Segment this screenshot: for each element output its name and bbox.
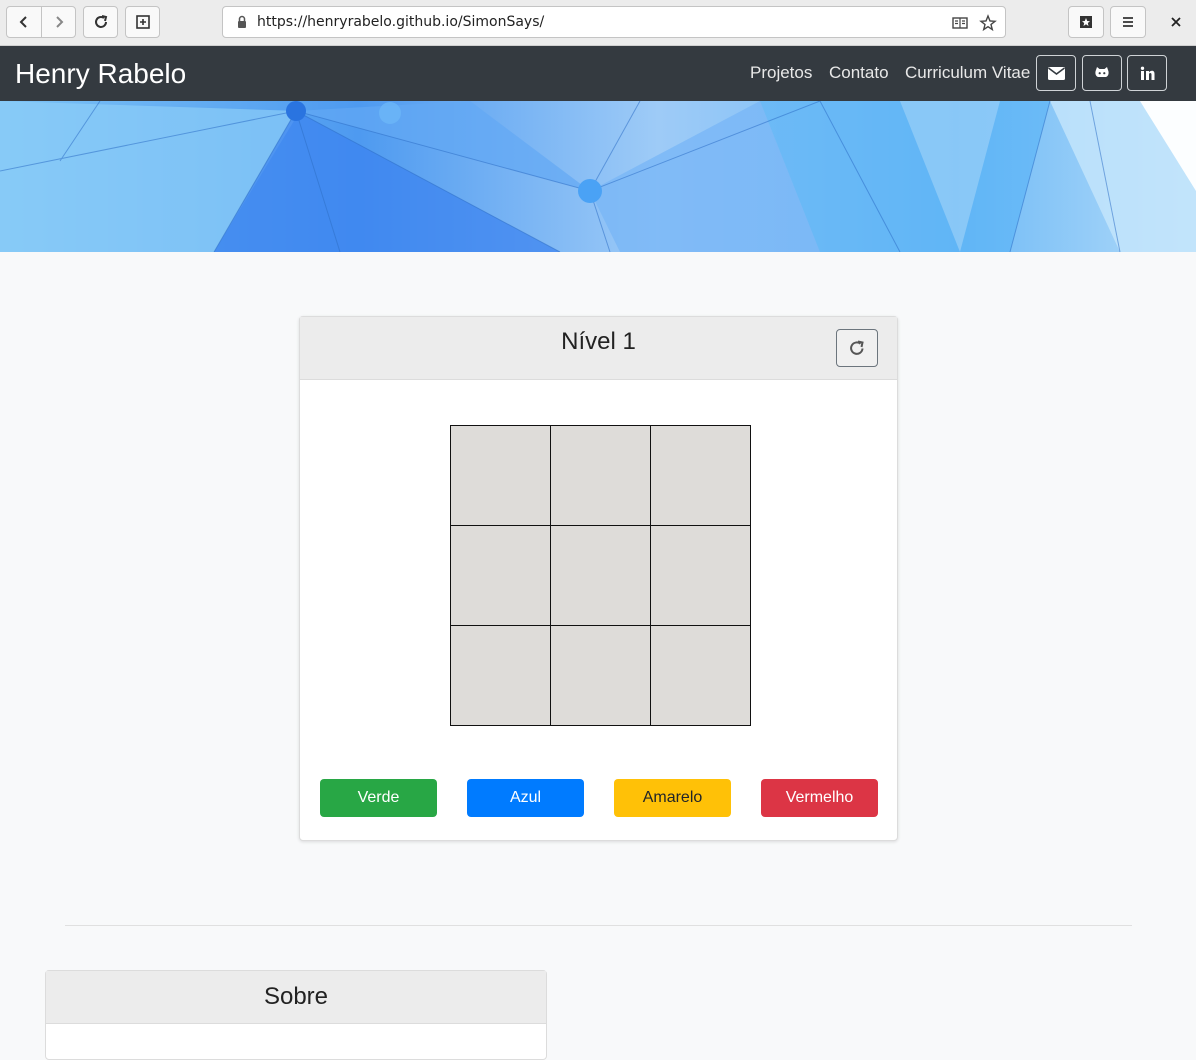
url-bar[interactable]: https://henryrabelo.github.io/SimonSays/ — [222, 6, 1006, 38]
about-card: Sobre — [45, 970, 547, 1060]
header-banner — [0, 101, 1196, 252]
polygon-background-image — [0, 101, 1196, 252]
reset-button[interactable] — [836, 329, 878, 367]
section-divider — [65, 925, 1132, 926]
grid-cell[interactable] — [550, 525, 651, 626]
hamburger-menu-icon — [1123, 17, 1133, 27]
new-tab-button[interactable] — [125, 6, 160, 38]
grid-cell[interactable] — [450, 625, 551, 726]
yellow-button[interactable]: Amarelo — [614, 779, 731, 817]
grid-cell[interactable] — [650, 425, 751, 526]
linkedin-icon — [1140, 66, 1154, 80]
simon-grid — [450, 425, 751, 726]
red-button[interactable]: Vermelho — [761, 779, 878, 817]
github-button[interactable] — [1082, 55, 1122, 91]
about-card-header: Sobre — [46, 971, 546, 1024]
linkedin-button[interactable] — [1127, 55, 1167, 91]
green-button[interactable]: Verde — [320, 779, 437, 817]
new-tab-icon — [135, 15, 150, 29]
reader-mode-icon[interactable] — [951, 14, 969, 32]
forward-button[interactable] — [41, 6, 76, 38]
game-card-header: Nível 1 — [300, 317, 897, 380]
site-navbar: Henry Rabelo Projetos Contato Curriculum… — [0, 46, 1196, 101]
archive-icon — [1080, 16, 1092, 28]
menu-button[interactable] — [1110, 6, 1146, 38]
site-brand[interactable]: Henry Rabelo — [15, 58, 186, 90]
level-title: Nível 1 — [561, 328, 636, 355]
grid-cell[interactable] — [650, 625, 751, 726]
url-text[interactable]: https://henryrabelo.github.io/SimonSays/ — [257, 14, 544, 30]
envelope-icon — [1047, 66, 1065, 80]
close-button[interactable] — [1166, 12, 1186, 32]
about-title: Sobre — [263, 983, 329, 1010]
grid-cell[interactable] — [550, 425, 651, 526]
nav-link-projetos[interactable]: Projetos — [750, 63, 812, 83]
lock-icon — [238, 15, 246, 28]
nav-link-curriculum[interactable]: Curriculum Vitae — [905, 63, 1030, 83]
grid-cell[interactable] — [450, 425, 551, 526]
star-icon[interactable] — [979, 14, 997, 32]
chevron-right-icon — [55, 16, 63, 28]
close-icon — [1171, 17, 1181, 27]
email-button[interactable] — [1036, 55, 1076, 91]
refresh-icon — [850, 340, 864, 355]
reload-icon — [94, 15, 107, 28]
grid-cell[interactable] — [450, 525, 551, 626]
grid-cell[interactable] — [550, 625, 651, 726]
nav-link-contato[interactable]: Contato — [829, 63, 889, 83]
blue-button[interactable]: Azul — [467, 779, 584, 817]
chevron-left-icon — [19, 16, 27, 28]
grid-cell[interactable] — [650, 525, 751, 626]
game-card: Nível 1 Verde Azul Amarelo Vermelho — [299, 316, 898, 841]
browser-toolbar: https://henryrabelo.github.io/SimonSays/ — [0, 0, 1196, 46]
github-icon — [1095, 67, 1109, 77]
archive-button[interactable] — [1068, 6, 1104, 38]
back-button[interactable] — [6, 6, 42, 38]
reload-button[interactable] — [83, 6, 118, 38]
